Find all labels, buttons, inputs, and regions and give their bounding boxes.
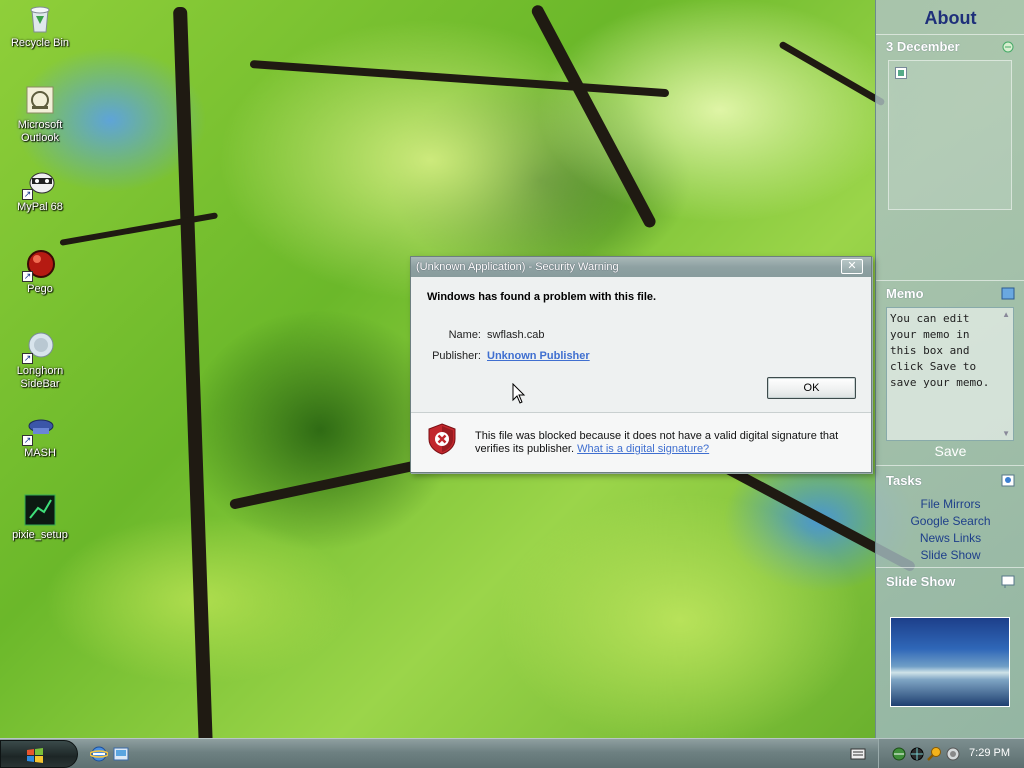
search-icon[interactable] (927, 746, 943, 765)
dialog-heading: Windows has found a problem with this fi… (427, 291, 657, 303)
sidebar-memo: Memo You can edit your memo in this box … (876, 283, 1024, 463)
desktop-icon-pixie[interactable]: pixie_setup (2, 494, 78, 542)
taskbar: 7:29 PM (0, 738, 1024, 768)
outlook-icon (24, 84, 56, 116)
memo-textarea[interactable]: You can edit your memo in this box and c… (886, 307, 1014, 441)
mypal-icon: ↗ (22, 166, 56, 200)
memo-save-button[interactable]: Save (876, 443, 1024, 459)
task-google-search[interactable]: Google Search (876, 513, 1024, 530)
longhorn-sidebar-icon: ↗ (22, 330, 56, 364)
dialog-close-button[interactable]: ✕ (841, 259, 863, 274)
task-slide-show[interactable]: Slide Show (876, 547, 1024, 564)
shortcut-arrow-icon: ↗ (22, 435, 33, 446)
taskbar-clock[interactable]: 7:29 PM (969, 747, 1010, 759)
desktop-icon-mash[interactable]: ↗ MASH (2, 412, 78, 460)
close-icon: ✕ (847, 260, 857, 272)
task-news-links[interactable]: News Links (876, 530, 1024, 547)
name-label: Name: (448, 329, 481, 341)
start-button[interactable] (0, 740, 78, 768)
pixie-icon (24, 494, 56, 526)
mouse-cursor-icon (512, 382, 526, 408)
recycle-bin-icon (24, 2, 56, 34)
show-desktop-icon[interactable] (112, 745, 130, 766)
sidebar-tasks: Tasks File Mirrors Google Search News Li… (876, 470, 1024, 566)
security-warning-dialog: (Unknown Application) - Security Warning… (410, 256, 872, 473)
memo-icon[interactable] (1001, 287, 1015, 300)
publisher-label: Publisher: (432, 350, 481, 362)
dialog-footer: This file was blocked because it does no… (411, 412, 871, 472)
dialog-body: Windows has found a problem with this fi… (411, 277, 871, 412)
calendar-image-icon (895, 67, 907, 79)
sidebar-calendar: 3 December (876, 36, 1024, 286)
memo-scroll-up-icon[interactable]: ▲ (1002, 310, 1010, 319)
desktop-icon-longhorn-sidebar[interactable]: ↗ Longhorn SideBar (2, 330, 78, 391)
tasks-settings-icon[interactable] (1001, 474, 1015, 487)
footer-message: This file was blocked because it does no… (475, 430, 855, 456)
slideshow-image[interactable] (890, 617, 1010, 707)
slideshow-icon[interactable] (1001, 575, 1015, 588)
windows-logo-icon (26, 747, 44, 766)
memo-scroll-down-icon[interactable]: ▼ (1002, 429, 1010, 438)
network-icon[interactable] (891, 746, 907, 765)
calendar-area (888, 60, 1012, 210)
sidebar-about-title: About (924, 8, 977, 28)
calendar-settings-icon[interactable] (1001, 40, 1015, 53)
dialog-title: (Unknown Application) - Security Warning (416, 261, 619, 273)
pego-icon: ↗ (22, 248, 56, 282)
volume-icon[interactable] (945, 746, 961, 765)
mash-icon: ↗ (22, 412, 56, 446)
dialog-titlebar[interactable]: (Unknown Application) - Security Warning… (411, 257, 871, 277)
security-shield-icon (428, 423, 456, 458)
name-value: swflash.cab (487, 329, 545, 341)
publisher-link[interactable]: Unknown Publisher (487, 350, 590, 362)
system-tray: 7:29 PM (878, 739, 1024, 768)
desktop-icon-mypal[interactable]: ↗ MyPal 68 (2, 166, 78, 214)
desktop-icon-outlook[interactable]: Microsoft Outlook (2, 84, 78, 145)
sidebar-slideshow: Slide Show (876, 571, 1024, 711)
shortcut-arrow-icon: ↗ (22, 189, 33, 200)
sidebar: About 3 December Memo You can edit your … (875, 0, 1024, 738)
shortcut-arrow-icon: ↗ (22, 271, 33, 282)
task-file-mirrors[interactable]: File Mirrors (876, 496, 1024, 513)
keyboard-layout-icon[interactable] (850, 747, 866, 764)
digital-signature-link[interactable]: What is a digital signature? (577, 443, 709, 455)
desktop-icon-pego[interactable]: ↗ Pego (2, 248, 78, 296)
shortcut-arrow-icon: ↗ (22, 353, 33, 364)
globe-icon[interactable] (909, 746, 925, 765)
internet-explorer-icon[interactable] (89, 745, 109, 766)
ok-button[interactable]: OK (767, 377, 856, 399)
sidebar-about[interactable]: About (876, 6, 1024, 30)
desktop-icon-recycle-bin[interactable]: Recycle Bin (2, 2, 78, 50)
